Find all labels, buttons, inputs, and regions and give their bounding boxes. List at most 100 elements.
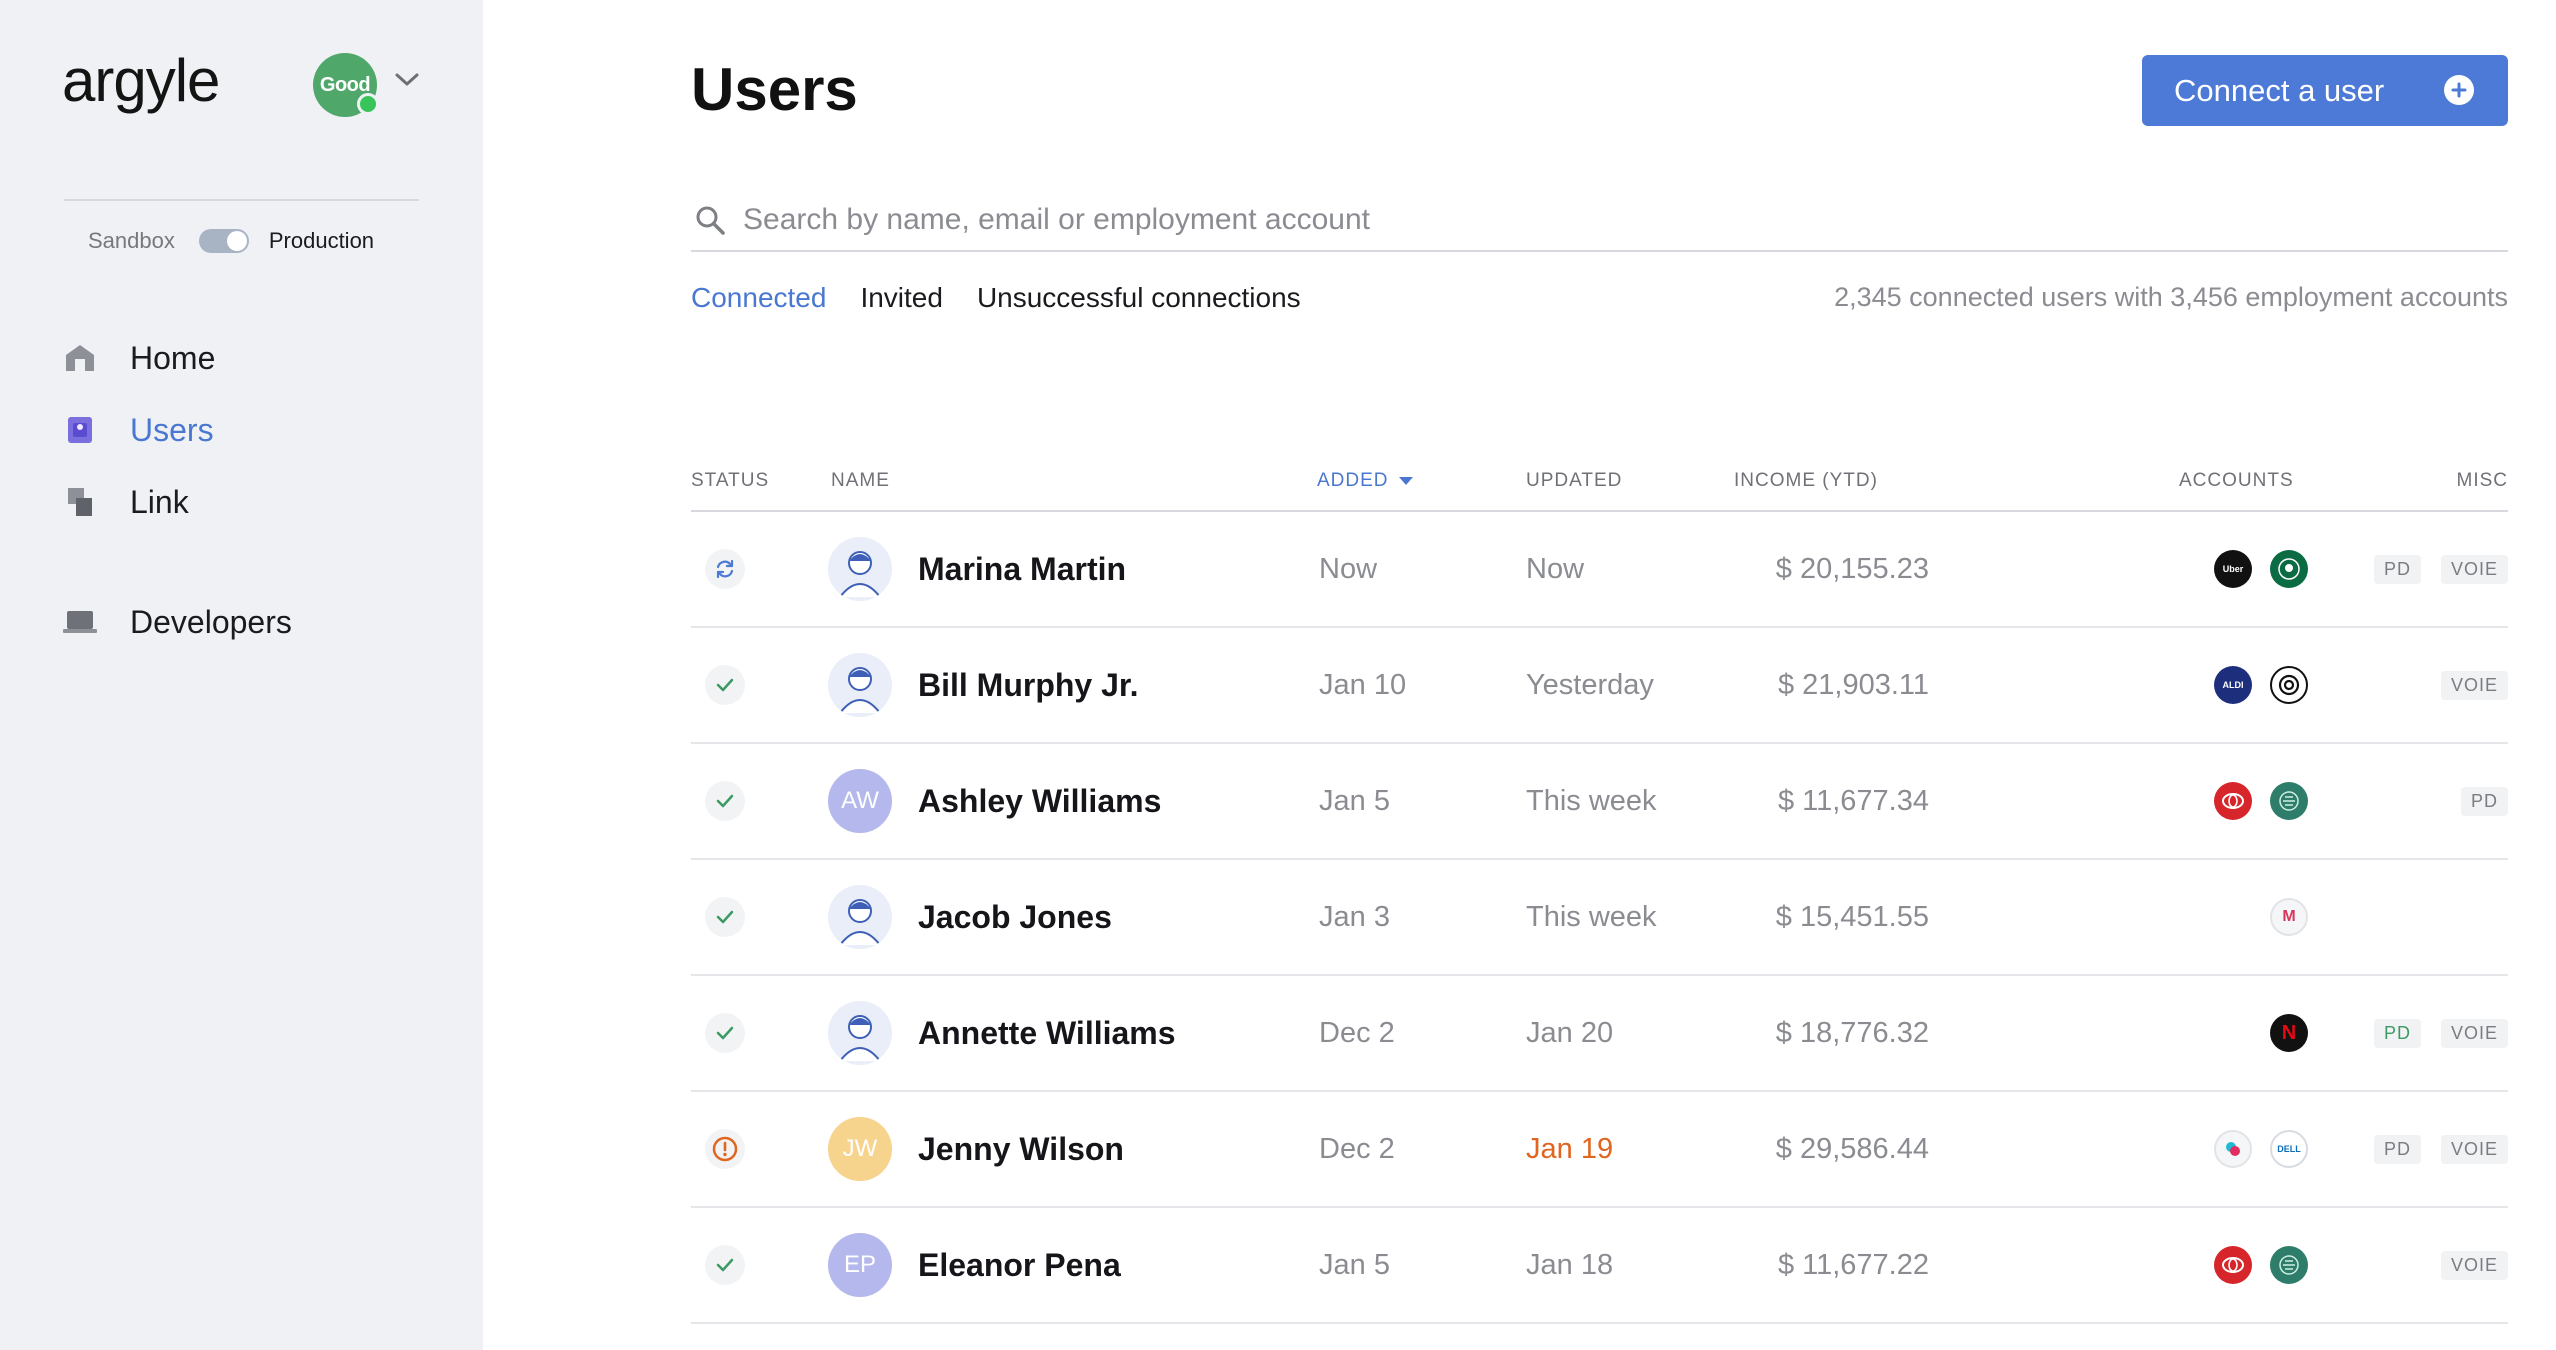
connect-user-button[interactable]: Connect a user bbox=[2142, 55, 2508, 126]
sidebar-nav: Home Users Link Developers bbox=[62, 322, 462, 658]
accounts-cell: M bbox=[2252, 860, 2308, 974]
misc-tag-pd: PD bbox=[2373, 1018, 2421, 1048]
column-header-accounts[interactable]: Accounts bbox=[2179, 470, 2294, 492]
uber-logo-icon[interactable]: Uber bbox=[2214, 550, 2252, 588]
misc-cell: VOIE bbox=[2421, 1208, 2508, 1322]
search-icon bbox=[696, 206, 725, 235]
search-input[interactable] bbox=[741, 202, 2445, 238]
check-icon bbox=[705, 897, 745, 937]
income-ytd: $ 18,776.32 bbox=[1775, 1016, 1929, 1049]
tab-connected[interactable]: Connected bbox=[691, 282, 826, 314]
status-cell bbox=[705, 860, 745, 974]
sidebar-item-label: Home bbox=[130, 339, 216, 376]
name-cell[interactable]: EP Eleanor Pena bbox=[828, 1208, 1121, 1322]
table-row[interactable]: Annette Williams Dec 2 Jan 20 $ 18,776.32 N P… bbox=[691, 976, 2508, 1092]
updated-date: This week bbox=[1526, 784, 1657, 817]
plus-icon bbox=[2444, 75, 2474, 105]
org-avatar[interactable]: Good bbox=[313, 53, 379, 117]
updated-date: Yesterday bbox=[1526, 668, 1654, 701]
column-header-status[interactable]: Status bbox=[691, 470, 769, 492]
misc-cell: PD bbox=[2441, 744, 2508, 858]
income-ytd: $ 15,451.55 bbox=[1775, 900, 1929, 933]
tab-invited[interactable]: Invited bbox=[860, 282, 943, 314]
toyota-logo-icon[interactable] bbox=[2214, 1246, 2252, 1284]
multi-logo-icon[interactable] bbox=[2214, 1130, 2252, 1168]
search-bar bbox=[691, 190, 2508, 252]
tab-unsuccessful-connections[interactable]: Unsuccessful connections bbox=[977, 282, 1301, 314]
user-name[interactable]: Annette Williams bbox=[918, 1015, 1176, 1052]
table-row[interactable]: EP Eleanor Pena Jan 5 Jan 18 $ 11,677.22 VOIE bbox=[691, 1208, 2508, 1324]
user-name[interactable]: Bill Murphy Jr. bbox=[918, 667, 1138, 704]
updated-date: Now bbox=[1526, 552, 1585, 585]
status-cell bbox=[705, 1208, 745, 1322]
netflix-logo-icon[interactable]: N bbox=[2270, 1014, 2308, 1052]
updated-date: Jan 19 bbox=[1526, 1132, 1614, 1165]
sort-desc-icon bbox=[1398, 477, 1413, 485]
status-cell bbox=[705, 976, 745, 1090]
leaf-logo-icon[interactable] bbox=[2270, 782, 2308, 820]
column-header-updated[interactable]: Updated bbox=[1526, 470, 1622, 492]
sidebar-item-home[interactable]: Home bbox=[62, 322, 462, 394]
accounts-cell: Uber bbox=[2196, 512, 2308, 626]
leaf-logo-icon[interactable] bbox=[2270, 1246, 2308, 1284]
name-cell[interactable]: JW Jenny Wilson bbox=[828, 1092, 1124, 1206]
added-date: Jan 3 bbox=[1319, 900, 1390, 933]
column-header-income[interactable]: Income (YTD) bbox=[1734, 470, 1878, 492]
income-ytd: $ 11,677.34 bbox=[1777, 784, 1929, 817]
m-logo-icon[interactable]: M bbox=[2270, 898, 2308, 936]
avatar bbox=[828, 1001, 892, 1065]
misc-tag-voie: VOIE bbox=[2440, 670, 2508, 700]
toggle-knob bbox=[226, 231, 247, 251]
argyle-logo[interactable]: argyle bbox=[62, 46, 220, 115]
sidebar-item-users[interactable]: Users bbox=[62, 394, 462, 466]
sidebar: argyle Good Sandbox Production Home User… bbox=[0, 0, 483, 1350]
name-cell[interactable]: Bill Murphy Jr. bbox=[828, 628, 1138, 742]
column-header-added[interactable]: Added bbox=[1317, 470, 1413, 492]
table-row[interactable]: JW Jenny Wilson Dec 2 Jan 19 $ 29,586.44 DELL… bbox=[691, 1092, 2508, 1208]
user-name[interactable]: Marina Martin bbox=[918, 551, 1126, 588]
table-row[interactable]: AW Ashley Williams Jan 5 This week $ 11,677.… bbox=[691, 744, 2508, 860]
online-status-dot bbox=[357, 93, 379, 115]
misc-tag-pd: PD bbox=[2460, 786, 2508, 816]
added-date: Dec 2 bbox=[1319, 1132, 1395, 1165]
production-label: Production bbox=[268, 228, 375, 253]
status-cell bbox=[705, 744, 745, 858]
name-cell[interactable]: Jacob Jones bbox=[828, 860, 1112, 974]
user-name[interactable]: Jenny Wilson bbox=[918, 1131, 1124, 1168]
sidebar-item-link[interactable]: Link bbox=[62, 466, 462, 538]
column-header-name[interactable]: Name bbox=[831, 470, 890, 492]
user-name[interactable]: Eleanor Pena bbox=[918, 1247, 1121, 1284]
status-cell bbox=[705, 512, 745, 626]
sidebar-item-developers[interactable]: Developers bbox=[62, 586, 462, 658]
name-cell[interactable]: Marina Martin bbox=[828, 512, 1126, 626]
dell-logo-icon[interactable]: DELL bbox=[2270, 1130, 2308, 1168]
misc-cell: PD VOIE bbox=[2354, 1092, 2508, 1206]
table-row[interactable]: Jacob Jones Jan 3 This week $ 15,451.55 M bbox=[691, 860, 2508, 976]
toyota-logo-icon[interactable] bbox=[2214, 782, 2252, 820]
accounts-cell: DELL bbox=[2196, 1092, 2308, 1206]
status-cell bbox=[705, 1092, 745, 1206]
spiral-logo-icon[interactable] bbox=[2270, 666, 2308, 704]
misc-tag-pd: PD bbox=[2373, 1134, 2421, 1164]
accounts-cell bbox=[2196, 744, 2308, 858]
added-date: Dec 2 bbox=[1319, 1016, 1395, 1049]
misc-tag-voie: VOIE bbox=[2440, 1134, 2508, 1164]
aldi-logo-icon[interactable]: ALDI bbox=[2214, 666, 2252, 704]
starbucks-logo-icon[interactable] bbox=[2270, 550, 2308, 588]
environment-toggle[interactable] bbox=[198, 229, 249, 253]
misc-tag-pd: PD bbox=[2373, 554, 2421, 584]
sync-icon bbox=[705, 549, 745, 589]
user-name[interactable]: Ashley Williams bbox=[918, 783, 1161, 820]
column-header-misc[interactable]: Misc bbox=[2457, 470, 2509, 492]
table-row[interactable]: Marina Martin Now Now $ 20,155.23 Uber PD VOIE bbox=[691, 512, 2508, 628]
added-date: Jan 10 bbox=[1319, 668, 1407, 701]
name-cell[interactable]: AW Ashley Williams bbox=[828, 744, 1161, 858]
user-name[interactable]: Jacob Jones bbox=[918, 899, 1112, 936]
check-icon bbox=[705, 1013, 745, 1053]
accounts-cell: N bbox=[2252, 976, 2308, 1090]
name-cell[interactable]: Annette Williams bbox=[828, 976, 1176, 1090]
updated-date: Jan 20 bbox=[1526, 1016, 1614, 1049]
table-row[interactable]: Bill Murphy Jr. Jan 10 Yesterday $ 21,903.1… bbox=[691, 628, 2508, 744]
chevron-down-icon[interactable] bbox=[394, 72, 420, 88]
sandbox-label: Sandbox bbox=[88, 228, 175, 253]
